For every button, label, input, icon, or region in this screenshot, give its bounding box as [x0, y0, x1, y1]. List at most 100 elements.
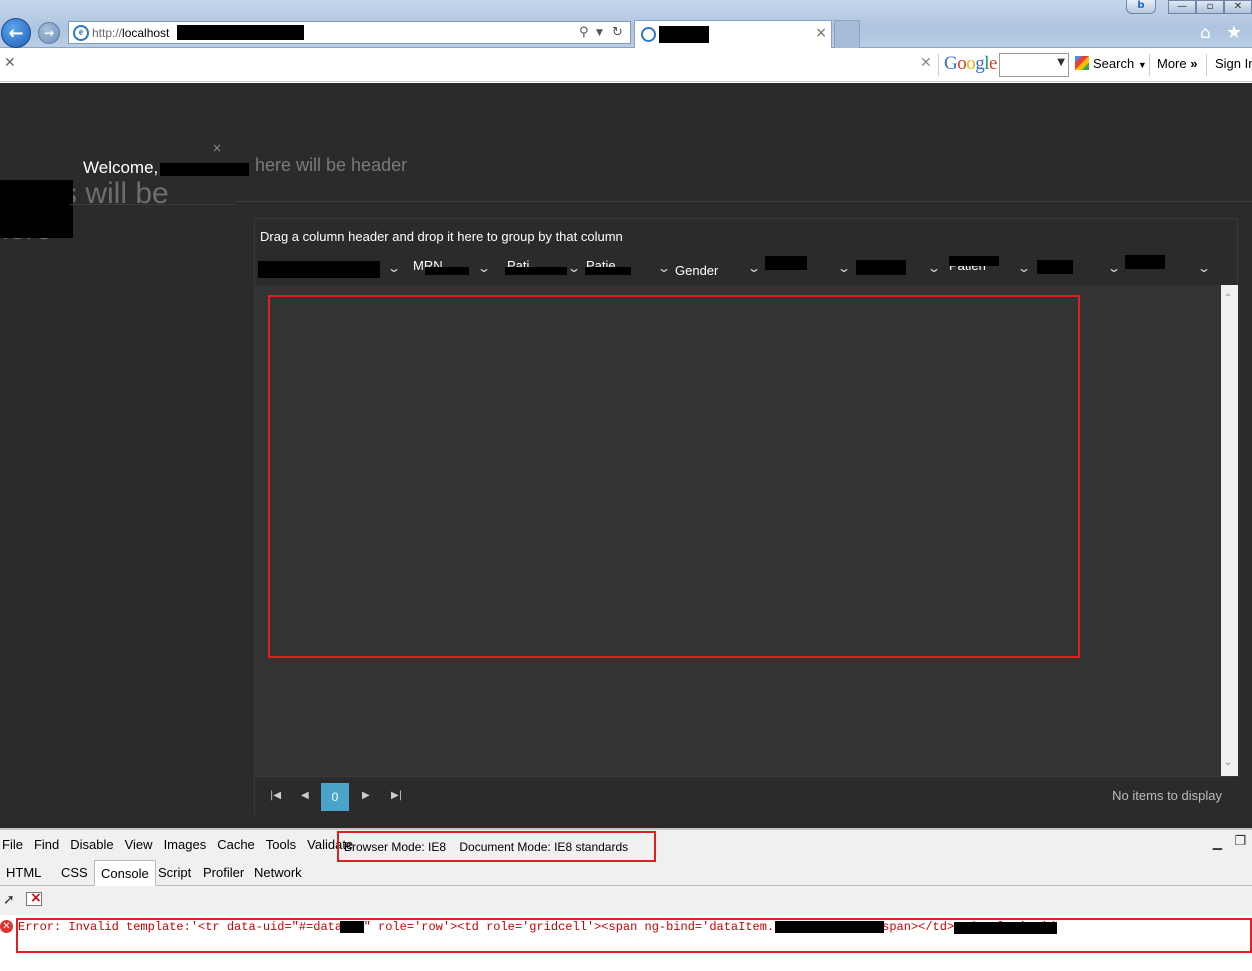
ie-page-icon: e — [73, 25, 89, 41]
chevron-down-icon[interactable]: ⌄ — [1017, 261, 1031, 275]
minimize-button[interactable]: — — [1168, 0, 1196, 14]
column-header[interactable]: Patien ⌄ — [945, 256, 1035, 285]
document-mode-menu[interactable]: Document Mode: IE8 standards — [459, 840, 628, 854]
minimize-icon[interactable]: ▁ — [1213, 836, 1222, 850]
google-search-input[interactable]: ▼ — [999, 53, 1069, 77]
browser-title-bar: b — ▫ ✕ ← → e http://localhost ⚲ ▼ ↻ × ⌂… — [0, 0, 1252, 48]
close-window-button[interactable]: ✕ — [1224, 0, 1252, 14]
chevron-down-icon[interactable]: ⌄ — [927, 261, 941, 275]
more-button[interactable]: More » — [1157, 56, 1197, 71]
tab-console[interactable]: Console — [94, 860, 156, 886]
forward-button[interactable]: → — [38, 22, 60, 44]
tab-html[interactable]: HTML — [0, 860, 47, 886]
select-element-icon[interactable]: ➚ — [3, 892, 15, 908]
undock-icon[interactable]: ❐ — [1234, 834, 1246, 849]
chevron-down-icon[interactable]: ⌄ — [567, 261, 581, 275]
column-header[interactable]: ⌄ — [765, 256, 855, 285]
redacted-block — [505, 267, 567, 275]
sign-in-button[interactable]: Sign In — [1215, 56, 1252, 71]
redacted-block — [585, 267, 631, 275]
address-bar[interactable]: e http://localhost ⚲ ▼ ↻ — [68, 21, 631, 44]
google-search-button[interactable]: Search ▼ — [1075, 56, 1147, 71]
star-icon[interactable]: ★ — [1226, 22, 1242, 43]
scroll-down-icon[interactable]: ⌄ — [1224, 757, 1232, 768]
divider — [70, 204, 236, 205]
column-header[interactable]: ⌄ — [255, 257, 405, 285]
scroll-up-icon[interactable]: ⌃ — [1224, 293, 1232, 304]
column-header-mrn[interactable]: MRN ⌄ — [405, 257, 495, 285]
group-by-hint: Drag a column header and drop it here to… — [260, 229, 623, 244]
redacted-block — [954, 922, 1057, 934]
developer-tools: File Find Disable View Images Cache Tool… — [0, 828, 1252, 971]
next-page-icon[interactable]: ▶ — [362, 790, 370, 801]
redacted-block — [425, 267, 469, 275]
maximize-button[interactable]: ▫ — [1196, 0, 1224, 14]
redacted-block — [160, 163, 249, 176]
column-header-gender[interactable]: Gender ⌄ — [675, 257, 765, 285]
tab-network[interactable]: Network — [248, 860, 308, 886]
address-text[interactable]: http://localhost — [92, 26, 169, 40]
new-tab-button[interactable] — [834, 20, 860, 48]
current-page[interactable]: 0 — [321, 783, 349, 811]
separator — [1206, 54, 1207, 76]
grid-scrollbar[interactable]: ⌃ ⌄ — [1221, 285, 1238, 776]
chevron-down-icon[interactable]: ⌄ — [1197, 261, 1211, 275]
bing-icon[interactable]: b — [1126, 0, 1156, 14]
chevron-down-icon[interactable]: ⌄ — [387, 261, 401, 275]
devtools-tabs: HTML CSS Console Script Profiler Network — [0, 860, 1252, 886]
search-icon[interactable]: ⚲ — [579, 25, 589, 40]
clear-console-icon[interactable] — [26, 890, 42, 906]
data-grid: Drag a column header and drop it here to… — [254, 218, 1239, 816]
redacted-block — [1125, 255, 1165, 269]
redacted-block — [949, 256, 999, 266]
last-page-icon[interactable]: ▶| — [391, 790, 402, 801]
divider — [236, 201, 1252, 202]
chevron-down-icon[interactable]: ▼ — [596, 28, 603, 38]
chevron-down-icon[interactable]: ⌄ — [1107, 261, 1121, 275]
menu-file[interactable]: File — [2, 837, 23, 852]
chevron-down-icon[interactable]: ⌄ — [747, 261, 761, 275]
refresh-icon[interactable]: ↻ — [612, 25, 623, 40]
back-button[interactable]: ← — [1, 18, 31, 48]
column-header[interactable]: Pati ⌄ — [495, 257, 585, 285]
chevron-down-icon[interactable]: ⌄ — [657, 261, 671, 275]
menu-view[interactable]: View — [125, 837, 153, 852]
menu-cache[interactable]: Cache — [217, 837, 255, 852]
column-header[interactable]: Patie ⌄ — [585, 257, 675, 285]
menu-tools[interactable]: Tools — [266, 837, 296, 852]
browser-tab[interactable]: × — [634, 20, 832, 48]
redacted-block — [177, 25, 304, 40]
page-content: s will be here Welcome, × here will be h… — [0, 83, 1252, 828]
menu-disable[interactable]: Disable — [70, 837, 113, 852]
close-toolbar-icon[interactable]: ✕ — [4, 55, 16, 71]
tab-css[interactable]: CSS — [55, 860, 94, 886]
tab-profiler[interactable]: Profiler — [197, 860, 250, 886]
menu-images[interactable]: Images — [164, 837, 207, 852]
console-output: ✕ Error: Invalid template:'<tr data-uid=… — [0, 915, 1252, 971]
close-tab-icon[interactable]: × — [815, 25, 827, 41]
grid-header: ⌄ MRN ⌄ Pati ⌄ Patie ⌄ Gender ⌄ ⌄ ⌄ ⌄ ⌄ … — [255, 255, 1239, 285]
home-icon[interactable]: ⌂ — [1200, 23, 1211, 43]
column-header[interactable]: ⌄ — [1035, 257, 1125, 285]
column-header[interactable]: ⌄ — [1125, 255, 1215, 285]
error-icon: ✕ — [0, 920, 13, 933]
first-page-icon[interactable]: |◀ — [270, 790, 281, 801]
google-toolbar: ✕ ✕ Google ▼ Search ▼ More » Sign In — [0, 48, 1252, 82]
pager-info: No items to display — [1112, 788, 1222, 803]
forward-arrow-icon: → — [43, 26, 55, 40]
chevron-down-icon[interactable]: ⌄ — [477, 261, 491, 275]
google-icon — [1075, 56, 1089, 70]
redacted-block — [659, 26, 709, 43]
redacted-block — [856, 260, 906, 275]
menu-find[interactable]: Find — [34, 837, 59, 852]
column-header[interactable]: ⌄ — [855, 257, 945, 285]
redacted-block — [765, 256, 807, 270]
previous-page-icon[interactable]: ◀ — [301, 790, 309, 801]
chevron-down-icon[interactable]: ⌄ — [837, 261, 851, 275]
close-icon[interactable]: ✕ — [920, 55, 932, 71]
tab-script[interactable]: Script — [152, 860, 197, 886]
back-arrow-icon: ← — [8, 22, 24, 44]
browser-mode-menu[interactable]: Browser Mode: IE8 — [344, 840, 446, 854]
close-icon[interactable]: × — [212, 141, 222, 155]
chevron-down-icon[interactable]: ▼ — [1057, 57, 1065, 68]
